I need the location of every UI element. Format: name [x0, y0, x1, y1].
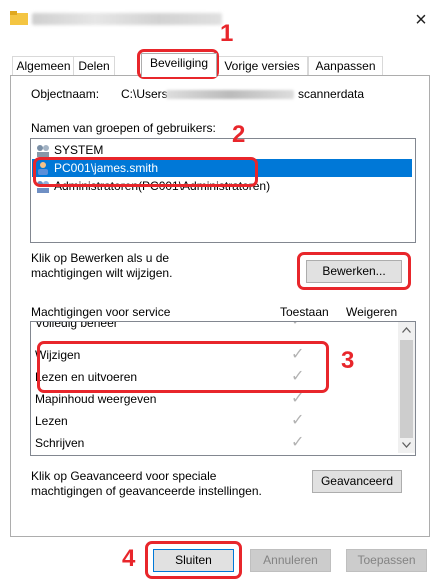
list-item: Lezen ✓	[35, 410, 325, 432]
groups-listbox[interactable]: SYSTEM PC001\james.smith Administratoren…	[30, 138, 416, 243]
callout-box-user	[33, 157, 258, 187]
scroll-thumb[interactable]	[400, 340, 413, 438]
tab-algemeen[interactable]: Algemeen	[12, 56, 75, 76]
cancel-button[interactable]: Annuleren	[250, 549, 331, 572]
tab-beveiliging[interactable]: Beveiliging	[141, 53, 217, 77]
folder-icon	[10, 11, 28, 25]
edit-hint-line2: machtigingen wilt wijzigen.	[31, 266, 173, 280]
group-icon	[37, 145, 49, 157]
callout-box-close	[145, 541, 242, 579]
permissions-allow-header: Toestaan	[280, 305, 329, 319]
check-icon: ✓	[291, 412, 305, 429]
object-path-prefix: C:\Users	[121, 87, 168, 101]
apply-button[interactable]: Toepassen	[346, 549, 427, 572]
permissions-label: Machtigingen voor service	[31, 305, 171, 319]
advanced-hint-line1: Klik op Geavanceerd voor speciale	[31, 469, 217, 483]
callout-box-edit	[297, 252, 411, 290]
callout-number-1: 1	[220, 20, 234, 47]
object-path-redacted	[166, 90, 294, 99]
object-name-label: Objectnaam:	[31, 87, 100, 101]
check-icon: ✓	[291, 434, 305, 451]
list-item-label: SYSTEM	[54, 143, 104, 157]
object-path-suffix: scannerdata	[298, 87, 365, 101]
list-item: Schrijven ✓	[35, 432, 325, 454]
window-title-redacted	[32, 13, 222, 25]
edit-hint-line1: Klik op Bewerken als u de	[31, 251, 170, 265]
scroll-down-icon[interactable]	[402, 442, 411, 448]
tab-aanpassen[interactable]: Aanpassen	[308, 56, 383, 76]
permissions-scrollbar[interactable]	[398, 322, 415, 453]
scroll-up-icon[interactable]	[402, 327, 411, 333]
groups-label: Namen van groepen of gebruikers:	[31, 121, 216, 135]
callout-number-4: 4	[122, 545, 136, 572]
advanced-button[interactable]: Geavanceerd	[312, 470, 402, 493]
tab-delen[interactable]: Delen	[73, 56, 115, 76]
callout-number-2: 2	[232, 121, 246, 148]
advanced-hint-line2: machtigingen of geavanceerde instellinge…	[31, 484, 262, 498]
tab-vorige-versies[interactable]: Vorige versies	[216, 56, 308, 76]
permissions-deny-header: Weigeren	[346, 305, 398, 319]
callout-box-permissions	[37, 341, 329, 393]
check-icon: ✓	[291, 322, 304, 329]
callout-number-3: 3	[341, 347, 355, 374]
list-item: Volledig beheer ✓	[35, 322, 325, 334]
close-window-button[interactable]: ×	[410, 9, 432, 31]
